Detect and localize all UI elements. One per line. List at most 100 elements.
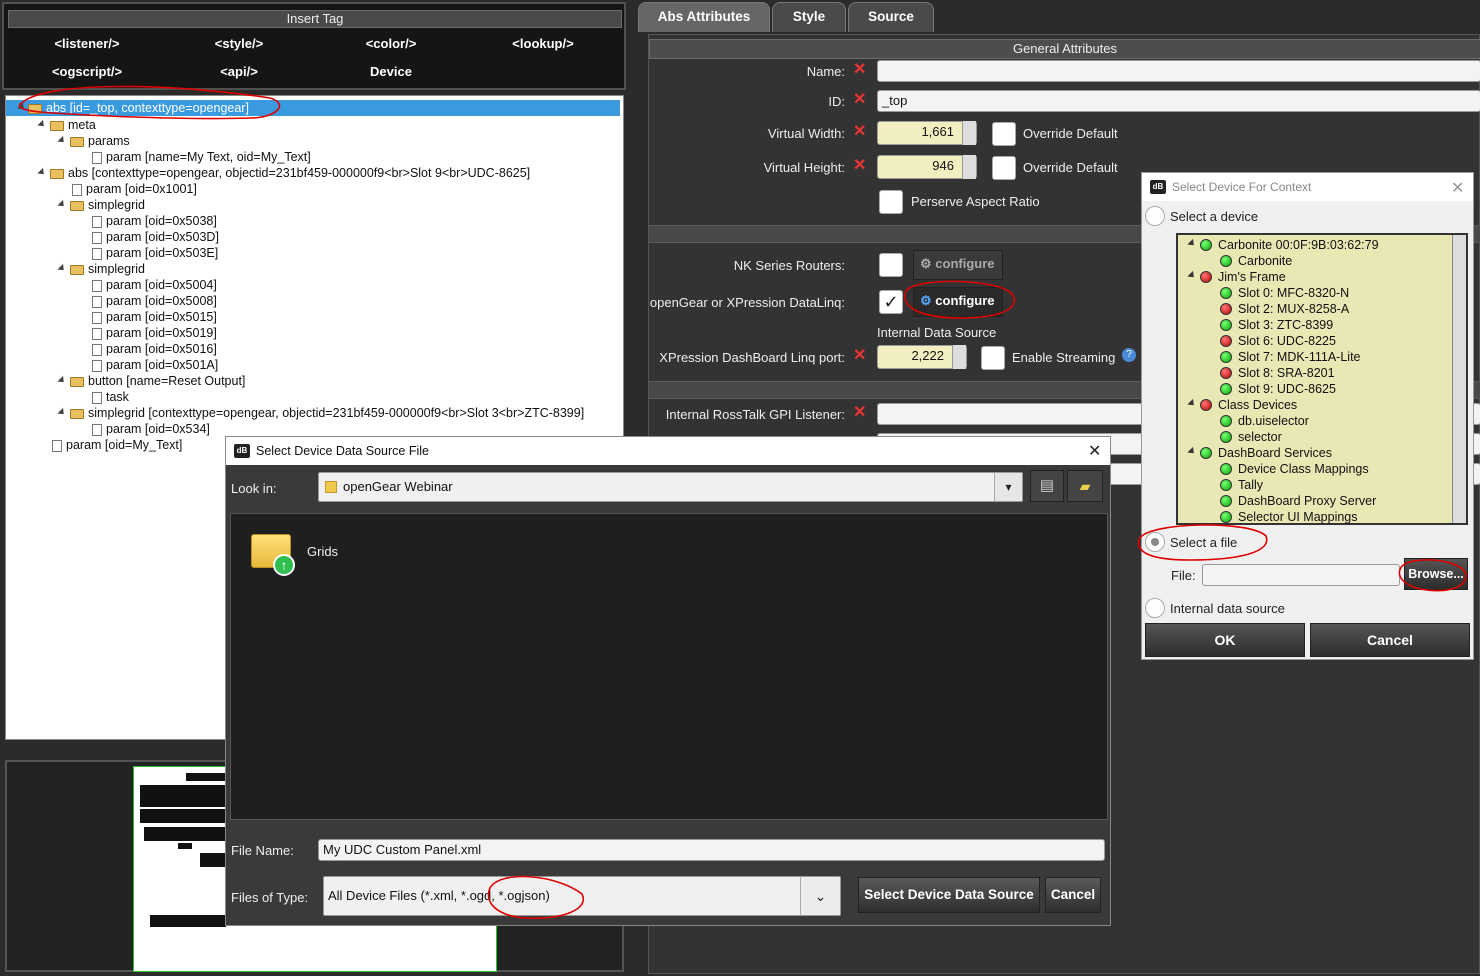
tree-node-meta[interactable]: meta [50, 117, 96, 133]
tree-node-param[interactable]: param [oid=0x501A] [92, 357, 218, 373]
tab-source[interactable]: Source [848, 2, 934, 32]
internal-source-radio[interactable] [1145, 598, 1165, 618]
new-folder-icon[interactable]: ▰ [1067, 470, 1103, 502]
tree-node-param[interactable]: param [name=My Text, oid=My_Text] [92, 149, 311, 165]
tree-node-param[interactable]: param [oid=0x5016] [92, 341, 217, 357]
device-node[interactable]: Slot 3: ZTC-8399 [1220, 317, 1333, 333]
tree-node-simplegrid[interactable]: simplegrid [70, 197, 145, 213]
file-path-field[interactable] [1202, 564, 1400, 586]
expand-arrow-icon[interactable] [57, 199, 67, 210]
file-list[interactable]: ↑ Grids [230, 513, 1108, 820]
device-node[interactable]: Slot 0: MFC-8320-N [1220, 285, 1349, 301]
tab-style[interactable]: Style [772, 2, 846, 32]
tree-node-task[interactable]: task [92, 389, 129, 405]
device-node[interactable]: Tally [1220, 477, 1263, 493]
expand-arrow-icon[interactable] [1187, 446, 1197, 457]
id-field[interactable]: _top [877, 90, 1480, 112]
clear-name-icon[interactable]: ✕ [853, 59, 866, 79]
clear-width-icon[interactable]: ✕ [853, 121, 866, 141]
listener-tag-button[interactable]: <listener/> [12, 36, 162, 51]
style-tag-button[interactable]: <style/> [164, 36, 314, 51]
tree-node-button[interactable]: button [name=Reset Output] [70, 373, 245, 389]
expand-arrow-icon[interactable] [37, 119, 47, 130]
device-node[interactable]: Slot 9: UDC-8625 [1220, 381, 1336, 397]
help-icon[interactable]: ? [1122, 348, 1136, 362]
datalinq-checkbox[interactable]: ✓ [879, 290, 903, 314]
width-spinner[interactable] [962, 121, 976, 145]
tree-node-param[interactable]: param [oid=0x5008] [92, 293, 217, 309]
api-tag-button[interactable]: <api/> [164, 64, 314, 79]
clear-height-icon[interactable]: ✕ [853, 155, 866, 175]
select-file-radio[interactable] [1145, 532, 1165, 552]
device-node[interactable]: Jim's Frame [1200, 269, 1286, 285]
color-tag-button[interactable]: <color/> [316, 36, 466, 51]
expand-arrow-icon[interactable] [1187, 270, 1197, 281]
tree-node-simplegrid[interactable]: simplegrid [contexttype=opengear, object… [70, 405, 584, 421]
device-tree-scrollbar[interactable] [1452, 235, 1466, 523]
expand-arrow-icon[interactable] [57, 263, 67, 274]
device-node[interactable]: selector [1220, 429, 1282, 445]
close-icon[interactable]: ✕ [1451, 178, 1464, 198]
tree-node-abs[interactable]: abs [contexttype=opengear, objectid=231b… [50, 165, 530, 181]
cancel-button[interactable]: Cancel [1310, 623, 1470, 657]
device-node[interactable]: Class Devices [1200, 397, 1297, 413]
expand-arrow-icon[interactable] [57, 135, 67, 146]
expand-arrow-icon[interactable] [37, 167, 47, 178]
clear-port-icon[interactable]: ✕ [853, 345, 866, 365]
chevron-down-icon[interactable]: ▾ [994, 473, 1022, 501]
streaming-checkbox[interactable] [981, 346, 1005, 370]
tree-node-param[interactable]: param [oid=0x5004] [92, 277, 217, 293]
device-node[interactable]: Selector UI Mappings [1220, 509, 1358, 525]
close-icon[interactable]: ✕ [1088, 441, 1101, 461]
name-field[interactable] [877, 60, 1480, 82]
tree-node-param[interactable]: param [oid=0x5038] [92, 213, 217, 229]
nk-configure-button[interactable]: ⚙ configure [913, 250, 1003, 280]
clear-rosstalk-icon[interactable]: ✕ [853, 402, 866, 422]
override-height-checkbox[interactable] [992, 156, 1016, 180]
list-view-icon[interactable]: ▤ [1030, 470, 1064, 502]
select-device-radio[interactable] [1145, 206, 1165, 226]
tree-node-param[interactable]: param [oid=0x503D] [92, 229, 219, 245]
aspect-ratio-checkbox[interactable] [879, 190, 903, 214]
tree-node-params[interactable]: params [70, 133, 130, 149]
device-node[interactable]: db.uiselector [1220, 413, 1309, 429]
tree-node-param[interactable]: param [oid=0x1001] [72, 181, 197, 197]
cancel-button[interactable]: Cancel [1045, 877, 1101, 913]
device-node[interactable]: Slot 6: UDC-8225 [1220, 333, 1336, 349]
device-node[interactable]: DashBoard Proxy Server [1220, 493, 1376, 509]
height-spinner[interactable] [962, 155, 976, 179]
tree-node-root[interactable]: abs [id=_top, contexttype=opengear] [6, 100, 620, 116]
datalinq-configure-button[interactable]: ⚙ configure [913, 287, 1003, 317]
device-tree[interactable]: Carbonite 00:0F:9B:03:62:79 Carbonite Ji… [1176, 233, 1468, 525]
device-node[interactable]: Slot 7: MDK-111A-Lite [1220, 349, 1361, 365]
tree-node-simplegrid[interactable]: simplegrid [70, 261, 145, 277]
file-item-label[interactable]: Grids [307, 544, 338, 559]
device-node[interactable]: DashBoard Services [1200, 445, 1332, 461]
lookup-tag-button[interactable]: <lookup/> [468, 36, 618, 51]
expand-arrow-icon[interactable] [57, 375, 67, 386]
tree-node-param[interactable]: param [oid=0x5019] [92, 325, 217, 341]
select-data-source-button[interactable]: Select Device Data Source [858, 877, 1040, 913]
ogscript-tag-button[interactable]: <ogscript/> [12, 64, 162, 79]
tree-node-param[interactable]: param [oid=0x534] [92, 421, 210, 437]
browse-button[interactable]: Browse... [1404, 558, 1468, 590]
device-tag-button[interactable]: Device [316, 64, 466, 79]
nk-routers-checkbox[interactable] [879, 253, 903, 277]
file-type-dropdown[interactable]: All Device Files (*.xml, *.ogd, *.ogjson… [323, 876, 841, 916]
file-name-field[interactable]: My UDC Custom Panel.xml [318, 839, 1105, 861]
device-node[interactable]: Carbonite [1220, 253, 1292, 269]
override-width-checkbox[interactable] [992, 122, 1016, 146]
device-node[interactable]: Slot 2: MUX-8258-A [1220, 301, 1349, 317]
device-node[interactable]: Slot 8: SRA-8201 [1220, 365, 1335, 381]
expand-arrow-icon[interactable] [57, 407, 67, 418]
tab-abs-attributes[interactable]: Abs Attributes [638, 2, 770, 32]
ok-button[interactable]: OK [1145, 623, 1305, 657]
tree-node-param[interactable]: param [oid=My_Text] [52, 437, 182, 453]
expand-arrow-icon[interactable] [1187, 398, 1197, 409]
look-in-dropdown[interactable]: openGear Webinar [318, 472, 1023, 502]
tree-node-param[interactable]: param [oid=0x5015] [92, 309, 217, 325]
device-node[interactable]: Carbonite 00:0F:9B:03:62:79 [1200, 237, 1379, 253]
tree-node-param[interactable]: param [oid=0x503E] [92, 245, 218, 261]
device-node[interactable]: Device Class Mappings [1220, 461, 1369, 477]
expand-arrow-icon[interactable] [1187, 238, 1197, 249]
